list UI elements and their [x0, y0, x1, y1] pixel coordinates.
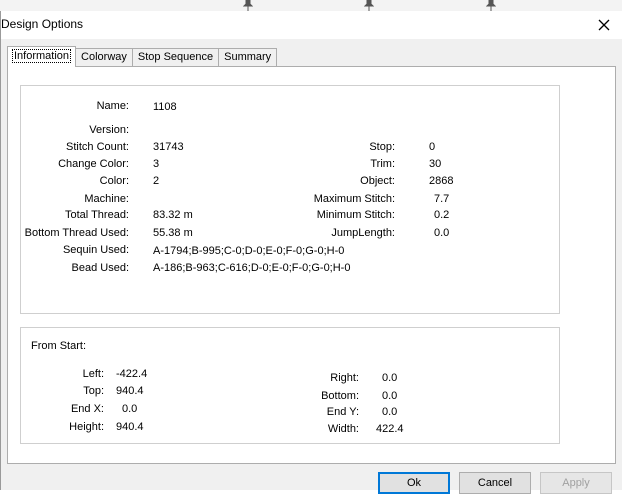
sequin-used-value: A-1794;B-995;C-0;D-0;E-0;F-0;G-0;H-0 [153, 245, 345, 257]
total-thread-value: 83.32 m [153, 209, 193, 221]
top-label: Top: [83, 385, 104, 397]
bottom-label: Bottom: [321, 390, 359, 402]
min-stitch-label: Minimum Stitch: [316, 209, 395, 221]
stitch-count-label: Stitch Count: [66, 141, 129, 153]
end-y-label: End Y: [326, 406, 359, 418]
end-y-value: 0.0 [382, 406, 398, 418]
design-options-dialog: Design Options Information Colorway Stop… [0, 11, 622, 494]
tab-label: Colorway [81, 51, 127, 63]
width-label: Width: [327, 423, 359, 435]
pin-icon [486, 0, 496, 11]
right-label: Right: [330, 372, 359, 384]
tab-strip: Information Colorway Stop Sequence Summa… [7, 46, 278, 67]
information-panel: Name: 1108 Version: Stitch Count: 31743 … [7, 66, 616, 464]
object-value: 2868 [429, 175, 454, 187]
color-value: 2 [153, 175, 160, 187]
bottom-thread-label: Bottom Thread Used: [24, 227, 129, 239]
tab-summary[interactable]: Summary [218, 48, 278, 67]
object-label: Object: [360, 175, 395, 187]
change-color-label: Change Color: [58, 158, 129, 170]
top-value: 940.4 [116, 385, 144, 397]
from-start-group: From Start: Left: -422.4 Top: 940.4 End … [20, 327, 560, 444]
bottom-thread-value: 55.38 m [153, 227, 193, 239]
jump-length-label: JumpLength: [331, 227, 395, 239]
trim-value: 30 [429, 158, 442, 170]
height-label: Height: [69, 421, 104, 433]
trim-label: Trim: [370, 158, 395, 170]
from-start-heading: From Start: [31, 340, 87, 352]
end-x-value: 0.0 [122, 403, 138, 415]
tab-stop-sequence[interactable]: Stop Sequence [131, 48, 220, 67]
machine-label: Machine: [84, 193, 129, 205]
name-value: 1108 [153, 101, 177, 113]
right-value: 0.0 [382, 372, 398, 384]
bottom-value: 0.0 [382, 390, 398, 402]
bead-used-value: A-186;B-963;C-616;D-0;E-0;F-0;G-0;H-0 [153, 262, 351, 274]
color-label: Color: [99, 175, 129, 187]
version-label: Version: [89, 124, 129, 136]
ok-button[interactable]: Ok [378, 472, 450, 494]
jump-length-value: 0.0 [434, 227, 450, 239]
sequin-used-label: Sequin Used: [62, 244, 129, 256]
design-info-group: Name: 1108 Version: Stitch Count: 31743 … [20, 85, 560, 314]
tab-colorway[interactable]: Colorway [75, 48, 133, 67]
tab-information[interactable]: Information [7, 46, 77, 67]
max-stitch-value: 7.7 [434, 193, 450, 205]
width-value: 422.4 [376, 423, 404, 435]
end-x-label: End X: [70, 403, 104, 415]
pin-icon [364, 0, 374, 11]
pin-icon [243, 0, 253, 11]
tab-label: Summary [224, 51, 272, 63]
bead-used-label: Bead Used: [71, 262, 129, 274]
cancel-button[interactable]: Cancel [459, 472, 531, 494]
window-title: Design Options [1, 17, 84, 31]
max-stitch-label: Maximum Stitch: [313, 193, 395, 205]
close-icon [598, 19, 610, 31]
total-thread-label: Total Thread: [64, 209, 129, 221]
tab-label: Stop Sequence [137, 51, 214, 63]
left-value: -422.4 [116, 368, 148, 380]
min-stitch-value: 0.2 [434, 209, 450, 221]
close-button[interactable] [594, 15, 614, 35]
tab-label: Information [11, 49, 72, 63]
title-bar: Design Options [1, 11, 622, 39]
change-color-value: 3 [153, 158, 160, 170]
name-label: Name: [96, 100, 129, 112]
stop-value: 0 [429, 141, 436, 153]
stop-label: Stop: [369, 141, 395, 153]
left-label: Left: [82, 368, 104, 380]
apply-button[interactable]: Apply [540, 472, 612, 494]
stitch-count-value: 31743 [153, 141, 184, 153]
height-value: 940.4 [116, 421, 144, 433]
